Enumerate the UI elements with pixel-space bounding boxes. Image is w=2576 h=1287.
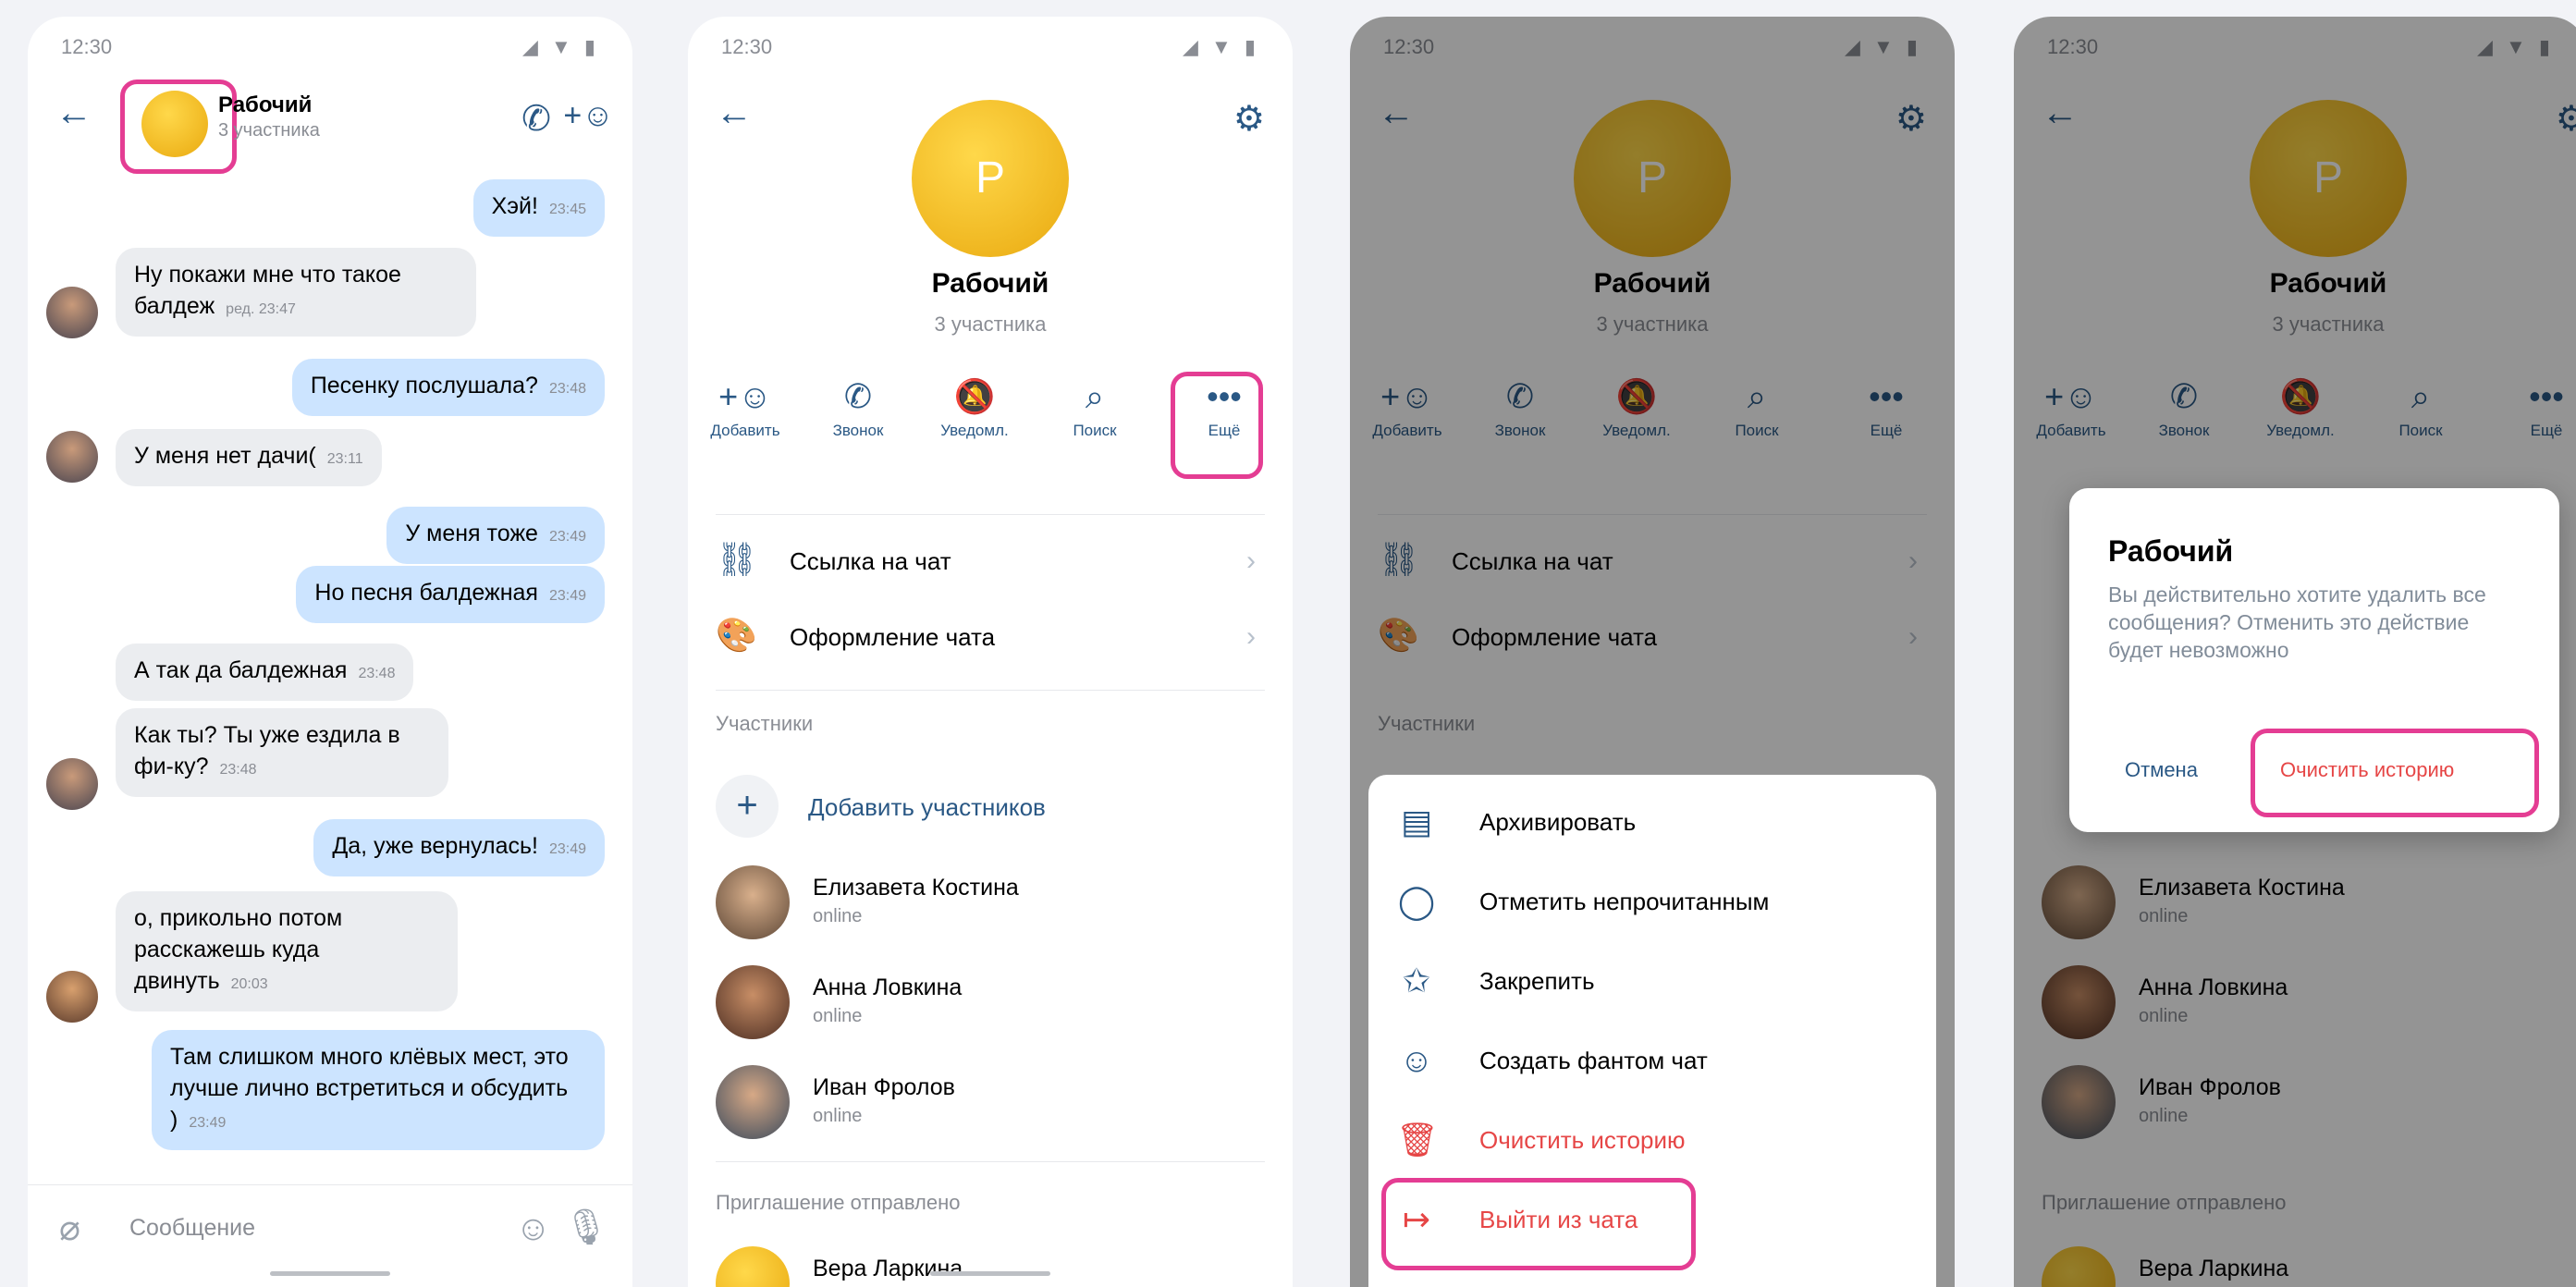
chevron-right-icon: ›: [1246, 545, 1256, 576]
status-time: 12:30: [721, 35, 773, 58]
highlight-more: [1171, 372, 1263, 479]
chat-menu-screen: 12:30 ◢ ▼ ▮ ← ⚙ P Рабочий 3 участника +☺…: [1350, 17, 1955, 1287]
highlight-confirm: [2251, 729, 2539, 817]
bell-off-icon: 🔕: [953, 377, 996, 415]
divider: [716, 1161, 1265, 1162]
message-bubble[interactable]: Да, уже вернулась! 23:49: [313, 819, 605, 876]
pin-icon: ✩: [1402, 962, 1431, 999]
action-add[interactable]: +☺ Добавить: [701, 377, 790, 440]
invites-header: Приглашение отправлено: [716, 1191, 961, 1214]
members-count: 3 участника: [934, 313, 1047, 336]
divider: [716, 514, 1265, 515]
member-row[interactable]: Анна Ловкина online: [716, 965, 1233, 1048]
phantom-icon: ☺: [1399, 1041, 1434, 1079]
signal-icons: ◢ ▼ ▮: [1182, 35, 1259, 58]
dialog-title: Рабочий: [2108, 534, 2234, 568]
add-user-icon[interactable]: +☺: [563, 98, 614, 134]
status-bar: 12:30 ◢ ▼ ▮: [721, 35, 1259, 63]
status-bar: 12:30 ◢ ▼ ▮: [61, 35, 599, 63]
chevron-right-icon: ›: [1246, 621, 1256, 652]
menu-item-phantom-chat[interactable]: ☺ Создать фантом чат: [1396, 1032, 1914, 1097]
menu-item-clear-history[interactable]: 🗑 Очистить историю: [1396, 1111, 1914, 1176]
chat-name: Рабочий: [931, 268, 1049, 299]
dialog-text: Вы действительно хотите удалить все сооб…: [2108, 582, 2486, 662]
chat-link-row[interactable]: ⛓ Ссылка на чат ›: [716, 534, 1265, 590]
avatar: [716, 1065, 790, 1139]
message-icon: ◯: [1397, 882, 1436, 920]
action-call[interactable]: ✆ Звонок: [814, 377, 902, 440]
menu-item-pin[interactable]: ✩ Закрепить: [1396, 952, 1914, 1017]
message-bubble[interactable]: Хэй! 23:45: [472, 179, 605, 237]
signal-icons: ◢ ▼ ▮: [521, 35, 599, 58]
message-bubble[interactable]: А так да балдежная 23:48: [116, 644, 414, 701]
chat-avatar[interactable]: P: [912, 100, 1069, 257]
microphone-icon[interactable]: 🎙: [564, 1207, 608, 1248]
phone-icon: ✆: [843, 377, 873, 415]
home-indicator: [270, 1271, 390, 1276]
members-header: Участники: [716, 712, 814, 735]
chat-design-row[interactable]: 🎨 Оформление чата ›: [716, 610, 1265, 666]
message-bubble[interactable]: Песенку послушала? 23:48: [291, 359, 605, 416]
back-arrow-icon[interactable]: ←: [55, 92, 92, 134]
avatar[interactable]: [46, 431, 98, 483]
plus-icon: +: [716, 775, 779, 838]
message-bubble[interactable]: У меня тоже 23:49: [386, 507, 605, 564]
divider: [716, 690, 1265, 691]
attach-icon[interactable]: ⌀: [59, 1207, 80, 1249]
search-icon: ⌕: [1085, 377, 1105, 415]
chat-members-count: 3 участника: [218, 120, 320, 141]
message-input[interactable]: Сообщение: [129, 1215, 255, 1242]
highlight-leave: [1381, 1178, 1696, 1270]
action-notifications[interactable]: 🔕 Уведомл.: [930, 377, 1019, 440]
trash-icon: 🗑: [1396, 1121, 1439, 1158]
message-bubble[interactable]: Как ты? Ты уже ездила в фи-ку? 23:48: [116, 708, 448, 797]
clear-history-dialog-screen: 12:30 ◢ ▼ ▮ ← ⚙ P Рабочий 3 участника +☺…: [2014, 17, 2576, 1287]
avatar[interactable]: [46, 971, 98, 1023]
menu-item-mark-unread[interactable]: ◯ Отметить непрочитанным: [1396, 873, 1914, 938]
invited-row[interactable]: Вера Ларкина: [716, 1246, 1233, 1287]
avatar: [716, 865, 790, 939]
message-bubble[interactable]: о, прикольно потом расскажешь куда двину…: [116, 891, 458, 1011]
avatar[interactable]: [46, 758, 98, 810]
message-bubble[interactable]: У меня нет дачи(23:11: [116, 429, 382, 486]
status-time: 12:30: [61, 35, 113, 58]
avatar: [716, 965, 790, 1039]
message-bubble[interactable]: Ну покажи мне что такое балдеж ред. 23:47: [116, 248, 476, 337]
archive-icon: ▤: [1400, 803, 1432, 840]
phone-icon[interactable]: ✆: [521, 98, 551, 140]
back-arrow-icon[interactable]: ←: [716, 92, 753, 134]
chat-info-screen: 12:30 ◢ ▼ ▮ ← ⚙ P Рабочий 3 участника +☺…: [688, 17, 1293, 1287]
message-composer: ⌀ Сообщение ☺ 🎙: [28, 1184, 632, 1287]
link-icon: ⛓: [716, 540, 758, 578]
cancel-button[interactable]: Отмена: [2125, 758, 2198, 782]
confirm-dialog: Рабочий Вы действительно хотите удалить …: [2069, 488, 2559, 832]
message-bubble[interactable]: Но песня балдежная 23:49: [296, 566, 605, 623]
add-user-icon: +☺: [718, 377, 772, 415]
chat-screen: 12:30 ◢ ▼ ▮ ← Рабочий 3 участника ✆ +☺ Х…: [28, 17, 632, 1287]
gear-icon[interactable]: ⚙: [1233, 98, 1265, 140]
palette-icon: 🎨: [716, 616, 757, 654]
home-indicator: [930, 1271, 1050, 1276]
avatar[interactable]: [46, 287, 98, 338]
member-row[interactable]: Елизавета Костина online: [716, 865, 1233, 949]
avatar: [716, 1246, 790, 1287]
action-search[interactable]: ⌕ Поиск: [1050, 377, 1139, 440]
chat-title[interactable]: Рабочий: [218, 92, 312, 118]
action-sheet: ▤ Архивировать ◯ Отметить непрочитанным ✩ З…: [1368, 775, 1936, 1287]
member-row[interactable]: Иван Фролов online: [716, 1065, 1233, 1148]
message-bubble[interactable]: Там слишком много клёвых мест, это лучше…: [152, 1030, 605, 1150]
emoji-icon[interactable]: ☺: [515, 1209, 551, 1249]
menu-item-archive[interactable]: ▤ Архивировать: [1396, 793, 1914, 858]
